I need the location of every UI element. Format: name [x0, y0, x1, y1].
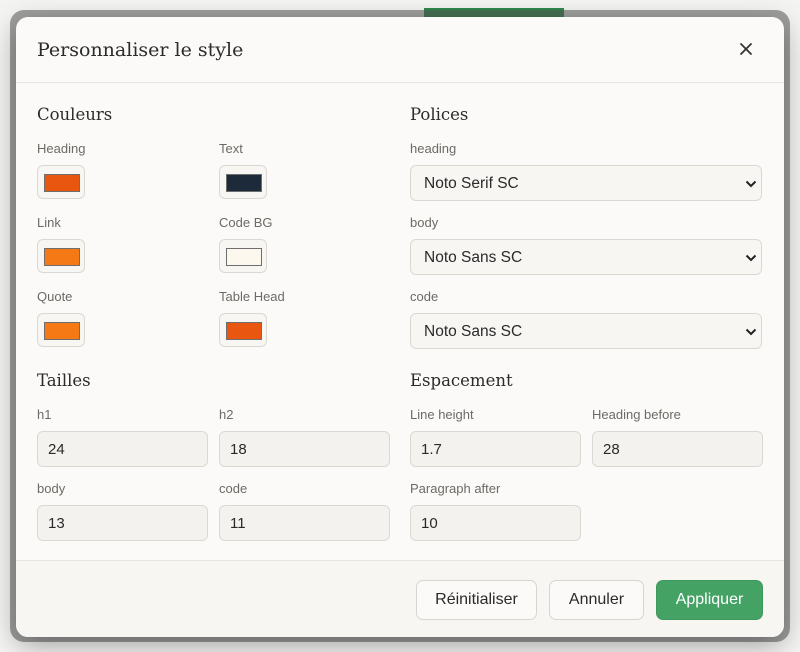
color-swatch-text	[226, 174, 262, 192]
size-input-h2-value: 18	[230, 441, 247, 458]
color-swatch-heading	[44, 174, 80, 192]
dialog-footer: Réinitialiser Annuler Appliquer	[16, 560, 784, 637]
spacing-input-line-height[interactable]: 1.7	[410, 431, 581, 467]
font-select-heading-value: Noto Serif SC	[424, 175, 519, 192]
color-label-heading: Heading	[37, 141, 86, 156]
color-picker-code-bg[interactable]	[219, 239, 267, 273]
size-label-body: body	[37, 481, 66, 496]
color-label-quote: Quote	[37, 289, 73, 304]
dialog-header: Personnaliser le style	[16, 17, 784, 83]
fonts-section-title: Polices	[410, 105, 469, 124]
size-input-h1[interactable]: 24	[37, 431, 208, 467]
font-label-body: body	[410, 215, 439, 230]
color-swatch-code-bg	[226, 248, 262, 266]
font-select-code[interactable]: Noto Sans SC	[410, 313, 762, 349]
color-picker-table-head[interactable]	[219, 313, 267, 347]
color-swatch-link	[44, 248, 80, 266]
font-select-heading[interactable]: Noto Serif SC	[410, 165, 762, 201]
size-label-h2: h2	[219, 407, 234, 422]
font-label-code: code	[410, 289, 439, 304]
font-select-body[interactable]: Noto Sans SC	[410, 239, 762, 275]
size-input-h1-value: 24	[48, 441, 65, 458]
apply-button[interactable]: Appliquer	[656, 580, 763, 620]
color-picker-link[interactable]	[37, 239, 85, 273]
spacing-input-paragraph-after-value: 10	[421, 515, 438, 532]
spacing-section-title: Espacement	[410, 371, 513, 390]
chevron-down-icon	[745, 253, 757, 263]
color-picker-text[interactable]	[219, 165, 267, 199]
chevron-down-icon	[745, 179, 757, 189]
dialog-title: Personnaliser le style	[37, 39, 244, 61]
size-input-code[interactable]: 11	[219, 505, 390, 541]
size-input-h2[interactable]: 18	[219, 431, 390, 467]
chevron-down-icon	[745, 327, 757, 337]
spacing-input-heading-before-value: 28	[603, 441, 620, 458]
colors-section-title: Couleurs	[37, 105, 113, 124]
close-icon	[740, 43, 752, 55]
color-swatch-table-head	[226, 322, 262, 340]
spacing-label-paragraph-after: Paragraph after	[410, 481, 501, 496]
size-label-h1: h1	[37, 407, 52, 422]
size-input-body-value: 13	[48, 515, 65, 532]
spacing-label-line-height: Line height	[410, 407, 474, 422]
cancel-button[interactable]: Annuler	[549, 580, 644, 620]
size-input-code-value: 11	[230, 515, 246, 532]
close-button[interactable]	[734, 37, 758, 61]
color-label-link: Link	[37, 215, 61, 230]
reset-button[interactable]: Réinitialiser	[416, 580, 537, 620]
sizes-section-title: Tailles	[37, 371, 91, 390]
font-select-code-value: Noto Sans SC	[424, 323, 523, 340]
color-swatch-quote	[44, 322, 80, 340]
color-picker-heading[interactable]	[37, 165, 85, 199]
font-select-body-value: Noto Sans SC	[424, 249, 523, 266]
spacing-input-paragraph-after[interactable]: 10	[410, 505, 581, 541]
color-label-table-head: Table Head	[219, 289, 285, 304]
size-label-code: code	[219, 481, 248, 496]
spacing-input-heading-before[interactable]: 28	[592, 431, 763, 467]
font-label-heading: heading	[410, 141, 457, 156]
customize-style-dialog: Personnaliser le style Couleurs Heading …	[16, 17, 784, 637]
size-input-body[interactable]: 13	[37, 505, 208, 541]
color-label-text: Text	[219, 141, 243, 156]
color-label-code-bg: Code BG	[219, 215, 273, 230]
color-picker-quote[interactable]	[37, 313, 85, 347]
spacing-label-heading-before: Heading before	[592, 407, 681, 422]
spacing-input-line-height-value: 1.7	[421, 441, 442, 458]
